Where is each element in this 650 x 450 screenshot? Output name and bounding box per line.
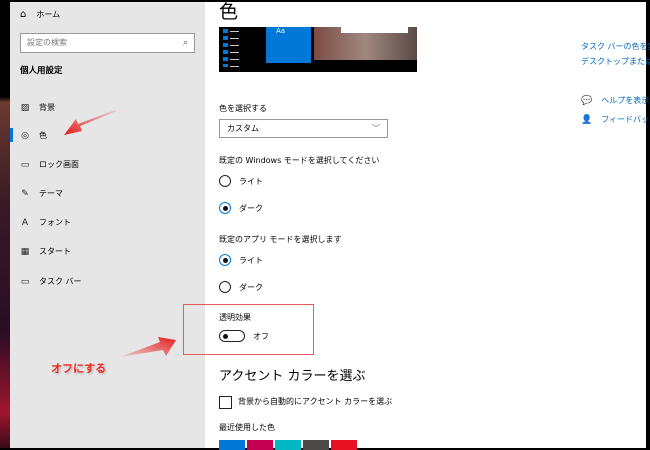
arrow-to-color-item [64,110,117,135]
annotation-label: オフにする [51,362,107,375]
annotation-arrows [64,110,176,357]
arrow-to-transparency [120,337,176,357]
